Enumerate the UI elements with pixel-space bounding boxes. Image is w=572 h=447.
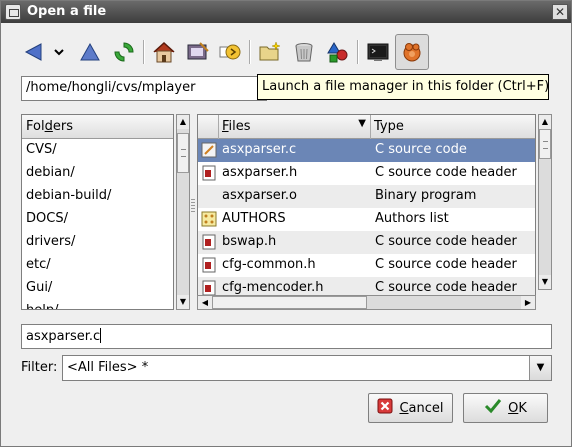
file-row[interactable]: asxparser.h C source code header [198,162,535,185]
authors-icon [201,211,217,227]
filename-input[interactable]: asxparser.c [21,324,552,349]
scroll-up-icon[interactable]: ▲ [177,115,189,129]
checkmark-icon [484,398,502,418]
file-row[interactable]: asxparser.o Binary program [198,185,535,208]
scroll-down-icon[interactable]: ▼ [177,295,189,309]
folder-item[interactable]: CVS/ [22,139,173,162]
window-menu-icon[interactable] [5,4,21,20]
back-icon[interactable] [19,34,49,70]
file-row[interactable]: cfg-common.h C source code header [198,254,535,277]
filter-value: <All Files> * [67,360,149,375]
scroll-left-icon[interactable]: ◀ [198,296,212,309]
folder-item[interactable]: debian-build/ [22,185,173,208]
refresh-icon[interactable] [109,34,139,70]
scroll-right-icon[interactable]: ▶ [521,296,535,309]
filter-select[interactable]: <All Files> * ▼ [62,355,552,381]
folder-item[interactable]: etc/ [22,254,173,277]
toolbar-separator [143,40,145,64]
folder-item[interactable]: Gui/ [22,277,173,300]
toolbar [19,34,439,70]
folder-item[interactable]: DOCS/ [22,208,173,231]
toolbar-separator [249,40,251,64]
tooltip: Launch a file manager in this folder (Ct… [257,74,549,100]
scroll-up-icon[interactable]: ▲ [539,115,551,129]
c-header-icon [201,257,217,273]
location-field[interactable]: /home/hongli/cvs/mplayer [21,76,267,101]
scrollbar-thumb[interactable] [177,133,189,173]
close-icon[interactable]: ✕ [552,4,568,20]
ok-label: OK [508,400,527,416]
sort-descending-icon: ▼ [358,118,366,129]
pane-resize-handle[interactable] [190,197,196,221]
open-file-dialog: Open a file ✕ /home/hongli/cvs/mplayer L… [0,0,572,447]
chevron-down-icon[interactable]: ▼ [529,356,551,380]
bookmarks-icon[interactable] [183,34,213,70]
cancel-label: Cancel [399,400,444,416]
folder-item[interactable]: drivers/ [22,231,173,254]
folders-scrollbar[interactable]: ▲ ▼ [176,114,190,310]
c-source-icon [201,142,217,158]
folders-column-header[interactable]: Folders [22,115,173,139]
delete-icon[interactable] [289,34,319,70]
c-header-icon [201,165,217,181]
c-header-icon [201,234,217,250]
file-row[interactable]: asxparser.c C source code [198,139,535,162]
scrollbar-thumb[interactable] [539,129,551,159]
up-icon[interactable] [75,34,105,70]
files-scrollbar[interactable]: ▲ ▼ [538,114,552,290]
files-list-header: Files ▼ Type [198,115,535,139]
scroll-down-icon[interactable]: ▼ [539,275,551,289]
terminal-icon[interactable] [363,34,393,70]
go-icon[interactable] [215,34,245,70]
text-caret [100,328,102,343]
type-column-header[interactable]: Type [371,115,535,139]
history-dropdown-icon[interactable] [51,34,67,70]
cancel-button[interactable]: Cancel [368,393,453,423]
folders-list[interactable]: Folders CVS/ debian/ debian-build/ DOCS/… [21,114,174,310]
cancel-icon [377,398,393,418]
properties-icon[interactable] [323,34,353,70]
files-list[interactable]: Files ▼ Type asxparser.c C source code as… [197,114,536,298]
home-icon[interactable] [149,34,179,70]
icon-column-header[interactable] [198,115,219,139]
file-row[interactable]: bswap.h C source code header [198,231,535,254]
file-manager-icon[interactable] [395,34,429,70]
filter-label: Filter: [21,360,58,375]
ok-button[interactable]: OK [463,393,548,423]
folders-header-accelerator: d [44,119,53,134]
window-title: Open a file [27,4,107,19]
scrollbar-thumb[interactable] [212,296,367,309]
toolbar-separator [357,40,359,64]
files-horizontal-scrollbar[interactable]: ◀ ▶ [197,295,536,310]
files-column-header[interactable]: Files ▼ [219,115,371,139]
folder-item[interactable]: debian/ [22,162,173,185]
c-header-icon [201,280,217,296]
folder-item[interactable]: help/ [22,300,173,309]
file-row[interactable]: AUTHORS Authors list [198,208,535,231]
title-bar[interactable]: Open a file ✕ [1,1,571,23]
new-folder-icon[interactable] [255,34,285,70]
